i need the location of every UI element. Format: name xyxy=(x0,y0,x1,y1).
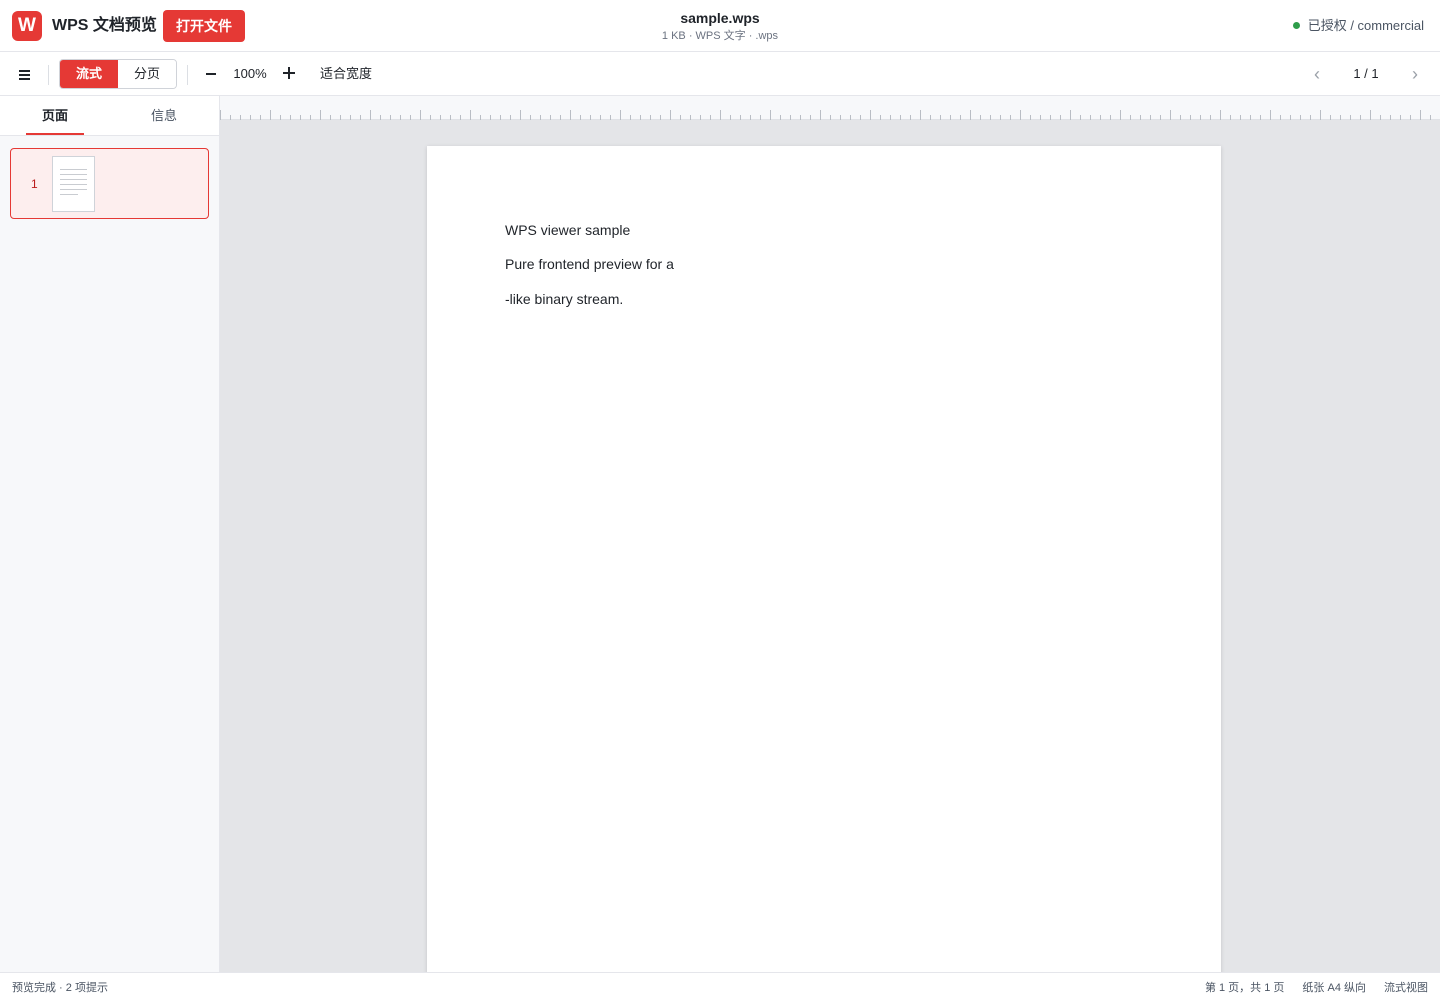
status-page-info: 第 1 页，共 1 页 xyxy=(1204,982,1285,994)
zoom-level: 100% xyxy=(233,66,267,81)
hamburger-menu-icon[interactable] xyxy=(17,68,33,82)
status-view-mode: 流式视图 xyxy=(1384,982,1428,994)
license-status-dot-icon xyxy=(1292,22,1300,29)
thumbnail-page-number: 1 xyxy=(31,177,38,191)
page-indicator: 1 / 1 xyxy=(1353,66,1379,81)
sidebar: 页面 信息 1 xyxy=(0,96,220,972)
sidebar-tabs: 页面 信息 xyxy=(0,96,219,136)
toolbar: 流式 分页 100% 适合宽度 ‹ 1 / 1 › xyxy=(0,52,1440,96)
view-mode-toggle: 流式 分页 xyxy=(59,59,177,89)
thumbnail-preview xyxy=(52,156,95,212)
page-thumbnail-1[interactable]: 1 xyxy=(10,148,209,219)
status-message: 预览完成 · 2 项提示 xyxy=(12,982,108,994)
document-canvas[interactable]: WPS viewer sample Pure frontend preview … xyxy=(220,96,1440,972)
view-mode-paged-button[interactable]: 分页 xyxy=(118,60,176,88)
toolbar-divider xyxy=(48,65,49,85)
status-bar: 预览完成 · 2 项提示 第 1 页，共 1 页 纸张 A4 纵向 流式视图 xyxy=(0,972,1440,1000)
status-paper-info: 纸张 A4 纵向 xyxy=(1302,982,1366,994)
zoom-out-minus-icon[interactable] xyxy=(203,64,219,84)
tab-pages[interactable]: 页面 xyxy=(26,96,84,136)
license-text: 已授权 / commercial xyxy=(1307,18,1424,33)
toolbar-divider xyxy=(187,65,188,85)
file-meta: 1 KB · WPS 文字 · .wps xyxy=(661,30,779,42)
paragraph-1: WPS viewer sample xyxy=(505,222,631,238)
paragraph-2: Pure frontend preview for a xyxy=(505,256,674,272)
tab-info[interactable]: 信息 xyxy=(135,96,193,136)
file-name: sample.wps xyxy=(680,10,760,26)
zoom-in-plus-icon[interactable] xyxy=(281,65,297,81)
app-header: W WPS 文档预览 打开文件 sample.wps 1 KB · WPS 文字… xyxy=(0,0,1440,52)
view-mode-flow-button[interactable]: 流式 xyxy=(60,60,118,88)
license-status: 已授权 / commercial xyxy=(1292,18,1424,34)
paragraph-3: -like binary stream. xyxy=(505,291,624,307)
chevron-right-icon[interactable]: › xyxy=(1407,64,1423,84)
document-page: WPS viewer sample Pure frontend preview … xyxy=(427,146,1221,972)
ruler-ticks xyxy=(220,110,1431,120)
horizontal-ruler xyxy=(220,96,1440,120)
status-right-group: 第 1 页，共 1 页 纸张 A4 纵向 流式视图 xyxy=(1187,981,1428,995)
chevron-left-icon[interactable]: ‹ xyxy=(1309,64,1325,84)
fit-width-button[interactable]: 适合宽度 xyxy=(320,66,372,82)
